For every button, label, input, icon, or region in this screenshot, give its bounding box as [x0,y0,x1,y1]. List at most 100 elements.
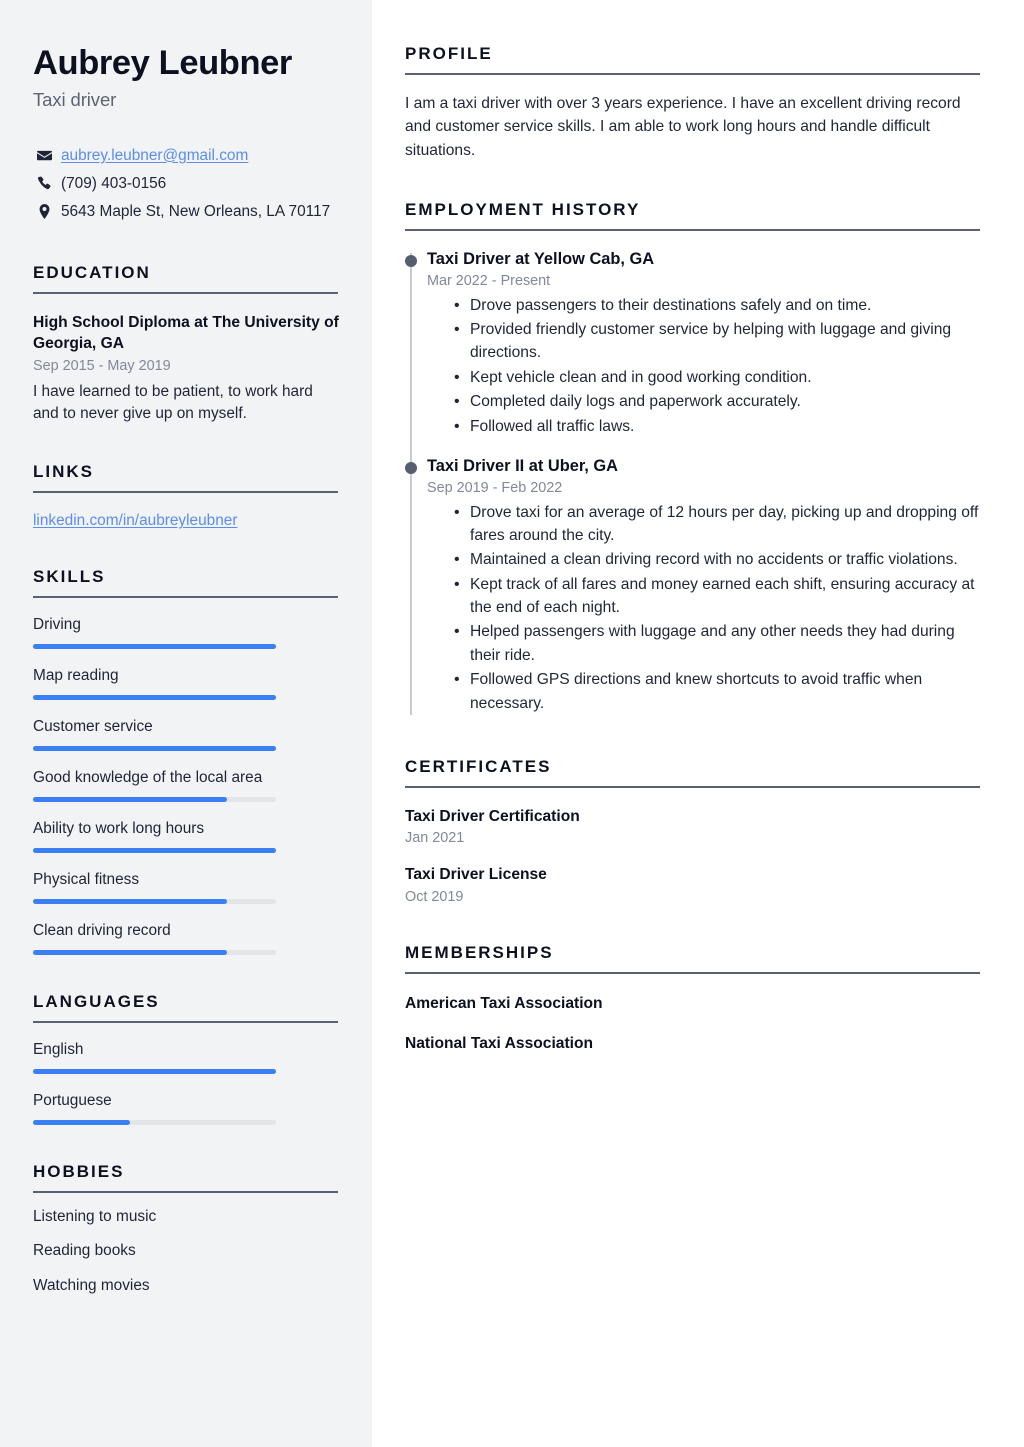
employment-bullet: Followed GPS directions and knew shortcu… [454,668,980,715]
employment-entry: Taxi Driver at Yellow Cab, GA Mar 2022 -… [405,249,980,442]
employment-entry: Taxi Driver II at Uber, GA Sep 2019 - Fe… [405,456,980,719]
skill-item: Physical fitness [33,870,340,905]
section-education: EDUCATION High School Diploma at The Uni… [33,263,340,425]
employment-bullet: Completed daily logs and paperwork accur… [454,390,980,414]
contact-list: aubrey.leubner@gmail.com (709) 403-0156 [33,145,340,226]
section-languages: LANGUAGES English Portuguese [33,992,340,1126]
skill-level-fill [33,797,228,803]
section-profile: PROFILE I am a taxi driver with over 3 y… [405,44,980,162]
employment-title: Taxi Driver II at Uber, GA [427,457,618,476]
skill-item: Map reading [33,666,340,701]
certificate-item: Taxi Driver License Oct 2019 [405,865,980,904]
candidate-job-title: Taxi driver [33,88,117,110]
employment-bullet: Maintained a clean driving record with n… [454,548,980,572]
contact-item-email: aubrey.leubner@gmail.com [33,145,340,170]
language-level-fill [33,1120,131,1126]
skill-level-fill [33,899,228,905]
candidate-name: Aubrey Leubner [33,44,292,82]
resume-page: Aubrey Leubner Taxi driver aubrey.leubne… [0,0,1024,1447]
skill-item: Good knowledge of the local area [33,768,340,803]
skill-level-track [33,848,276,854]
certificate-title: Taxi Driver Certification [405,808,580,826]
education-date: Sep 2015 - May 2019 [33,357,171,374]
language-label: Portuguese [33,1092,112,1110]
main-column: PROFILE I am a taxi driver with over 3 y… [372,0,1024,1447]
employment-bullet: Kept track of all fares and money earned… [454,573,980,620]
sidebar: Aubrey Leubner Taxi driver aubrey.leubne… [0,0,372,1447]
skill-item: Ability to work long hours [33,819,340,854]
certificate-item: Taxi Driver Certification Jan 2021 [405,807,980,846]
hobby-item: Listening to music [33,1208,157,1226]
employment-bullet: Drove passengers to their destinations s… [454,294,980,318]
contact-item-address: 5643 Maple St, New Orleans, LA 70117 [33,201,340,226]
employment-heading: EMPLOYMENT HISTORY [405,200,641,220]
skill-item: Clean driving record [33,921,340,956]
hobbies-divider [33,1191,338,1194]
memberships-divider [405,971,980,974]
certificate-title: Taxi Driver License [405,866,547,884]
skill-level-track [33,950,276,956]
skill-level-fill [33,746,276,752]
employment-bullets: Drove passengers to their destinations s… [427,294,980,439]
contact-phone-text: (709) 403-0156 [61,174,167,192]
skill-level-track [33,797,276,803]
employment-bullet: Followed all traffic laws. [454,415,980,439]
envelope-icon [33,145,55,163]
employment-timeline: Taxi Driver at Yellow Cab, GA Mar 2022 -… [405,249,980,719]
skill-label: Customer service [33,718,153,736]
education-title: High School Diploma at The University of… [33,313,339,353]
language-item: Portuguese [33,1091,340,1126]
memberships-heading: MEMBERSHIPS [405,942,554,962]
skill-label: Map reading [33,667,119,685]
skill-label: Good knowledge of the local area [33,769,263,787]
skill-level-track [33,746,276,752]
skill-level-fill [33,644,276,650]
skill-label: Driving [33,616,81,633]
skill-item: Customer service [33,717,340,752]
hobby-item: Reading books [33,1242,136,1260]
employment-date: Mar 2022 - Present [427,272,551,289]
section-certificates: CERTIFICATES Taxi Driver Certification J… [405,757,980,905]
employment-bullet: Drove taxi for an average of 12 hours pe… [454,501,980,548]
contact-address-text: 5643 Maple St, New Orleans, LA 70117 [61,202,331,220]
profile-text: I am a taxi driver with over 3 years exp… [405,95,961,159]
profile-divider [405,73,980,75]
certificates-heading: CERTIFICATES [405,757,552,777]
membership-item: National Taxi Association [405,1034,594,1052]
skill-level-fill [33,950,228,956]
language-item: English [33,1040,340,1075]
employment-divider [405,229,980,232]
skill-label: Clean driving record [33,922,171,940]
section-memberships: MEMBERSHIPS American Taxi Association Na… [405,943,980,1055]
education-description: I have learned to be patient, to work ha… [33,382,313,422]
employment-bullet: Kept vehicle clean and in good working c… [454,366,980,390]
links-heading: LINKS [33,462,94,481]
hobbies-heading: HOBBIES [33,1162,125,1182]
hobby-item: Watching movies [33,1276,150,1294]
skill-label: Physical fitness [33,871,140,889]
skill-label: Ability to work long hours [33,820,205,838]
skills-heading: SKILLS [33,567,106,586]
section-hobbies: HOBBIES Listening to music Reading books… [33,1162,340,1296]
phone-icon [33,173,55,191]
language-level-track [33,1069,276,1075]
location-pin-icon [33,201,55,219]
email-link[interactable]: aubrey.leubner@gmail.com [61,147,248,164]
language-level-track [33,1120,276,1126]
linkedin-link[interactable]: linkedin.com/in/aubreyleubner [33,512,237,529]
employment-title: Taxi Driver at Yellow Cab, GA [427,250,655,269]
skill-level-track [33,695,276,701]
languages-divider [33,1021,338,1024]
education-heading: EDUCATION [33,262,151,282]
skill-item: Driving [33,615,340,650]
employment-bullets: Drove taxi for an average of 12 hours pe… [427,501,980,716]
skill-level-fill [33,848,276,854]
certificate-date: Jan 2021 [405,830,465,847]
education-divider [33,291,338,294]
certificates-divider [405,786,980,789]
employment-date: Sep 2019 - Feb 2022 [427,479,563,496]
section-skills: SKILLS Driving Map reading Customer serv… [33,567,340,956]
links-divider [33,491,338,493]
profile-heading: PROFILE [405,44,493,63]
membership-item: American Taxi Association [405,994,603,1012]
